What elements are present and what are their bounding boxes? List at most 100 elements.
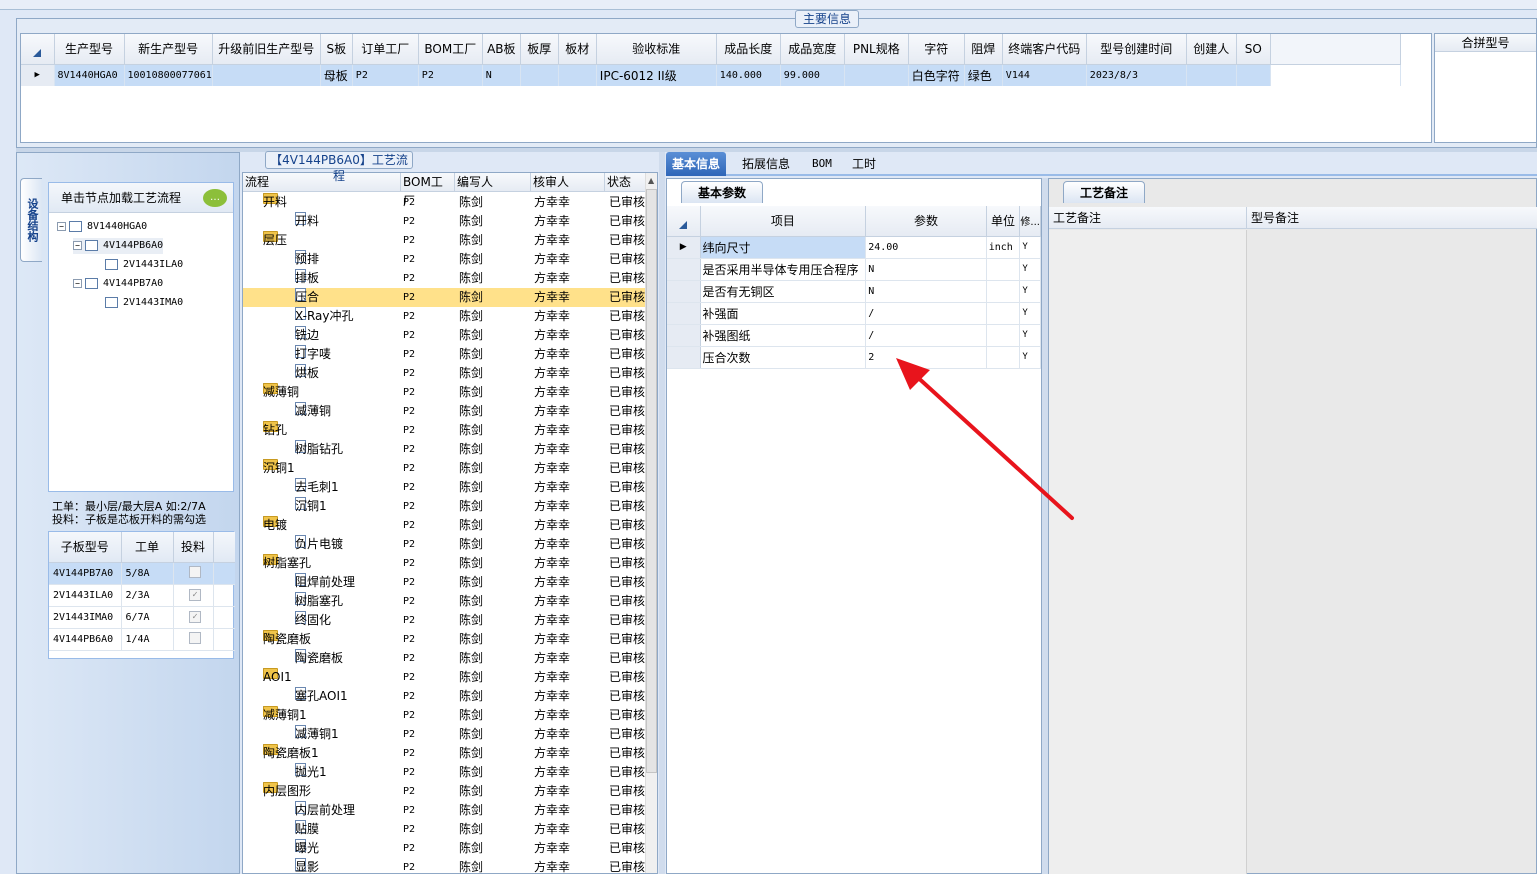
- remark-section-tab[interactable]: 工艺备注: [1063, 181, 1146, 203]
- sub-order-cell[interactable]: 5/8A: [121, 562, 174, 585]
- col-header[interactable]: 字符: [908, 34, 965, 65]
- tree-node-4v144pb7a0[interactable]: −4V144PB7A0: [73, 276, 163, 292]
- product-cell[interactable]: [844, 64, 909, 86]
- flow-row[interactable]: 内层前处理 P2 陈剑 方幸幸 已审核: [243, 801, 645, 820]
- col-header[interactable]: 终端客户代码: [1002, 34, 1087, 65]
- flow-row[interactable]: 负片电镀 P2 陈剑 方幸幸 已审核: [243, 535, 645, 554]
- product-cell[interactable]: 2023/8/3: [1086, 64, 1187, 86]
- flow-row[interactable]: 树脂塞孔 P2 陈剑 方幸幸 已审核: [243, 592, 645, 611]
- col-header[interactable]: 成品长度: [716, 34, 781, 65]
- param-row[interactable]: ▶ 纬向尺寸 24.00 inch Y: [667, 236, 1041, 259]
- collapse-icon[interactable]: −: [57, 221, 66, 231]
- product-cell[interactable]: P2: [418, 64, 483, 86]
- tab-basic-info[interactable]: 基本信息: [666, 152, 727, 176]
- sub-order-cell[interactable]: 6/7A: [121, 606, 174, 629]
- flow-row[interactable]: 陶瓷磨板 P2 陈剑 方幸幸 已审核: [243, 649, 645, 668]
- flow-row[interactable]: 去毛刺1 P2 陈剑 方幸幸 已审核: [243, 478, 645, 497]
- product-cell[interactable]: 母板: [320, 64, 353, 86]
- param-row[interactable]: 是否采用半导体专用压合程序 N Y: [667, 258, 1041, 281]
- flow-row[interactable]: −减薄铜1P2陈剑方幸幸已审核: [243, 706, 645, 725]
- sub-board-row[interactable]: 4V144PB6A0 1/4A: [49, 628, 235, 651]
- flow-row[interactable]: 烘板 P2 陈剑 方幸幸 已审核: [243, 364, 645, 383]
- flow-row[interactable]: 开料 P2 陈剑 方幸幸 已审核: [243, 212, 645, 231]
- sub-board-row[interactable]: 4V144PB7A0 5/8A: [49, 562, 235, 585]
- tree-node-root[interactable]: −8V1440HGA0: [57, 219, 147, 235]
- flow-row[interactable]: −AOI1P2陈剑方幸幸已审核: [243, 668, 645, 687]
- param-value[interactable]: N: [865, 280, 987, 303]
- feed-checkbox[interactable]: [173, 562, 214, 585]
- model-tree-panel[interactable]: 单击节点加载工艺流程 … −8V1440HGA0 −4V144PB6A0 2V1…: [48, 182, 234, 492]
- flow-row[interactable]: −沉铜1P2陈剑方幸幸已审核: [243, 459, 645, 478]
- collapse-icon[interactable]: −: [73, 278, 82, 288]
- col-header[interactable]: 成品宽度: [780, 34, 845, 65]
- sub-model-cell[interactable]: 4V144PB6A0: [49, 628, 122, 651]
- flow-row[interactable]: 排板 P2 陈剑 方幸幸 已审核: [243, 269, 645, 288]
- flow-row[interactable]: −电镀P2陈剑方幸幸已审核: [243, 516, 645, 535]
- product-cell[interactable]: P2: [352, 64, 419, 86]
- sub-board-row[interactable]: 2V1443IMA0 6/7A ✓: [49, 606, 235, 629]
- tab-bom[interactable]: BOM: [806, 152, 838, 176]
- col-header[interactable]: 订单工厂: [352, 34, 419, 65]
- flow-row[interactable]: 铣边 P2 陈剑 方幸幸 已审核: [243, 326, 645, 345]
- flow-row[interactable]: 树脂钻孔 P2 陈剑 方幸幸 已审核: [243, 440, 645, 459]
- feed-checkbox[interactable]: [173, 628, 214, 651]
- product-cell[interactable]: 10010800077061: [124, 64, 213, 86]
- param-value[interactable]: 24.00: [865, 236, 987, 259]
- flow-row[interactable]: −层压P2陈剑方幸幸已审核: [243, 231, 645, 250]
- product-cell[interactable]: [558, 64, 597, 86]
- product-cell[interactable]: 140.000: [716, 64, 781, 86]
- product-grid[interactable]: 生产型号 新生产型号 升级前旧生产型号 S板 订单工厂 BOM工厂 AB板 板厚 板材 验收标准成…: [20, 33, 1432, 143]
- col-header[interactable]: 型号创建时间: [1086, 34, 1187, 65]
- flow-row[interactable]: 减薄铜1 P2 陈剑 方幸幸 已审核: [243, 725, 645, 744]
- product-cell[interactable]: IPC-6012 II级: [596, 64, 717, 86]
- sub-board-grid[interactable]: 子板型号 工单 投料 4V144PB7A0 5/8A 2V1443ILA0 2/3A ✓…: [48, 531, 235, 659]
- vertical-splitter[interactable]: [659, 152, 665, 874]
- sub-order-cell[interactable]: 2/3A: [121, 584, 174, 607]
- flow-row[interactable]: −减薄铜P2陈剑方幸幸已审核: [243, 383, 645, 402]
- flow-row[interactable]: 预排 P2 陈剑 方幸幸 已审核: [243, 250, 645, 269]
- col-header[interactable]: BOM工厂: [418, 34, 483, 65]
- product-row[interactable]: ▶ 8V1440HGA0 10010800077061 母板 P2 P2 N IPC-601…: [21, 64, 1401, 86]
- flow-row[interactable]: 压合 P2 陈剑 方幸幸 已审核: [243, 288, 645, 307]
- flow-row[interactable]: 打字唛 P2 陈剑 方幸幸 已审核: [243, 345, 645, 364]
- flow-row[interactable]: −树脂塞孔P2陈剑方幸幸已审核: [243, 554, 645, 573]
- flow-row[interactable]: 塞孔AOI1 P2 陈剑 方幸幸 已审核: [243, 687, 645, 706]
- col-header[interactable]: 板厚: [520, 34, 559, 65]
- flow-row[interactable]: 贴膜 P2 陈剑 方幸幸 已审核: [243, 820, 645, 839]
- collapse-icon[interactable]: −: [73, 240, 82, 250]
- flow-row[interactable]: −内层图形P2陈剑方幸幸已审核: [243, 782, 645, 801]
- feed-checkbox[interactable]: ✓: [173, 606, 214, 629]
- product-cell[interactable]: [1236, 64, 1271, 86]
- scroll-thumb[interactable]: [646, 189, 657, 773]
- tab-extended-info[interactable]: 拓展信息: [736, 152, 796, 176]
- flow-row[interactable]: X-Ray冲孔 P2 陈剑 方幸幸 已审核: [243, 307, 645, 326]
- flow-row[interactable]: 曝光 P2 陈剑 方幸幸 已审核: [243, 839, 645, 858]
- flow-scrollbar[interactable]: ▲: [645, 173, 657, 873]
- col-header[interactable]: 升级前旧生产型号: [212, 34, 321, 65]
- col-header[interactable]: SO: [1236, 34, 1271, 65]
- product-cell[interactable]: V144: [1002, 64, 1087, 86]
- flow-row[interactable]: 减薄铜 P2 陈剑 方幸幸 已审核: [243, 402, 645, 421]
- product-cell[interactable]: 白色字符: [908, 64, 965, 86]
- flow-row[interactable]: 终固化 P2 陈剑 方幸幸 已审核: [243, 611, 645, 630]
- col-header[interactable]: AB板: [482, 34, 521, 65]
- tree-node-2v1443ima0[interactable]: 2V1443IMA0: [105, 295, 183, 311]
- product-cell[interactable]: N: [482, 64, 521, 86]
- product-cell[interactable]: 绿色: [964, 64, 1003, 86]
- device-structure-tab[interactable]: 设备结构: [20, 178, 42, 262]
- param-row[interactable]: 是否有无铜区 N Y: [667, 280, 1041, 303]
- param-row[interactable]: 补强面 / Y: [667, 302, 1041, 325]
- product-cell[interactable]: [1186, 64, 1237, 86]
- sub-order-cell[interactable]: 1/4A: [121, 628, 174, 651]
- flow-row[interactable]: 抛光1 P2 陈剑 方幸幸 已审核: [243, 763, 645, 782]
- param-value[interactable]: N: [865, 258, 987, 281]
- basic-params-section-tab[interactable]: 基本参数: [681, 181, 764, 203]
- sub-model-cell[interactable]: 2V1443ILA0: [49, 584, 122, 607]
- feed-checkbox[interactable]: ✓: [173, 584, 214, 607]
- col-header[interactable]: 板材: [558, 34, 597, 65]
- tree-node-4v144pb6a0[interactable]: −4V144PB6A0: [73, 238, 164, 254]
- tab-work-hours[interactable]: 工时: [846, 152, 882, 176]
- col-header[interactable]: 验收标准: [596, 34, 717, 65]
- product-cell[interactable]: [520, 64, 559, 86]
- flow-row[interactable]: −陶瓷磨板P2陈剑方幸幸已审核: [243, 630, 645, 649]
